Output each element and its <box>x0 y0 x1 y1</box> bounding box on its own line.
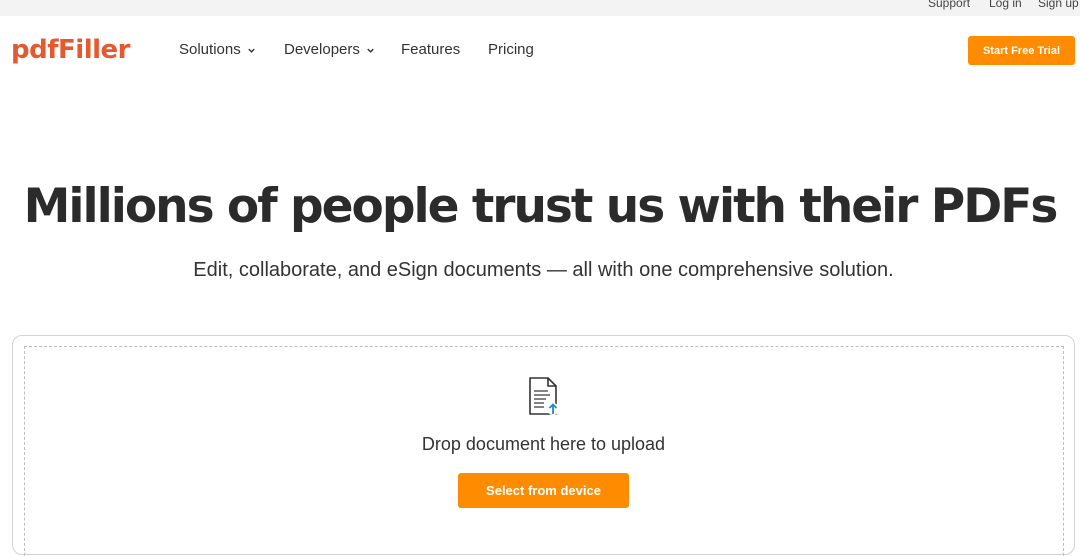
login-link[interactable]: Log in <box>989 0 1022 11</box>
chevron-down-icon <box>367 48 374 53</box>
hero-title: Millions of people trust us with their P… <box>23 179 1059 234</box>
drop-instructions: Drop document here to upload <box>421 434 666 454</box>
nav-pricing[interactable]: Pricing <box>488 40 534 60</box>
nav-developers[interactable]: Developers <box>284 40 375 60</box>
support-link[interactable]: Support <box>928 0 970 11</box>
signup-link[interactable]: Sign up <box>1038 0 1079 11</box>
top-utility-bar: Support Log in Sign up <box>0 0 1080 16</box>
nav-features-label: Features <box>401 41 461 58</box>
start-free-trial-button[interactable]: Start Free Trial <box>968 36 1075 65</box>
nav-solutions[interactable]: Solutions <box>179 40 256 60</box>
nav-solutions-label: Solutions <box>179 41 241 58</box>
select-from-device-button[interactable]: Select from device <box>458 473 629 508</box>
site-header: pdfFiller Solutions Developers Features … <box>0 16 1080 86</box>
hero-subtitle: Edit, collaborate, and eSign documents —… <box>193 259 894 281</box>
nav-developers-label: Developers <box>284 41 360 58</box>
chevron-down-icon <box>248 48 255 53</box>
document-upload-icon <box>529 377 559 415</box>
nav-pricing-label: Pricing <box>488 41 534 58</box>
pdffiller-logo[interactable]: pdfFiller <box>11 33 131 67</box>
nav-features[interactable]: Features <box>401 40 460 60</box>
